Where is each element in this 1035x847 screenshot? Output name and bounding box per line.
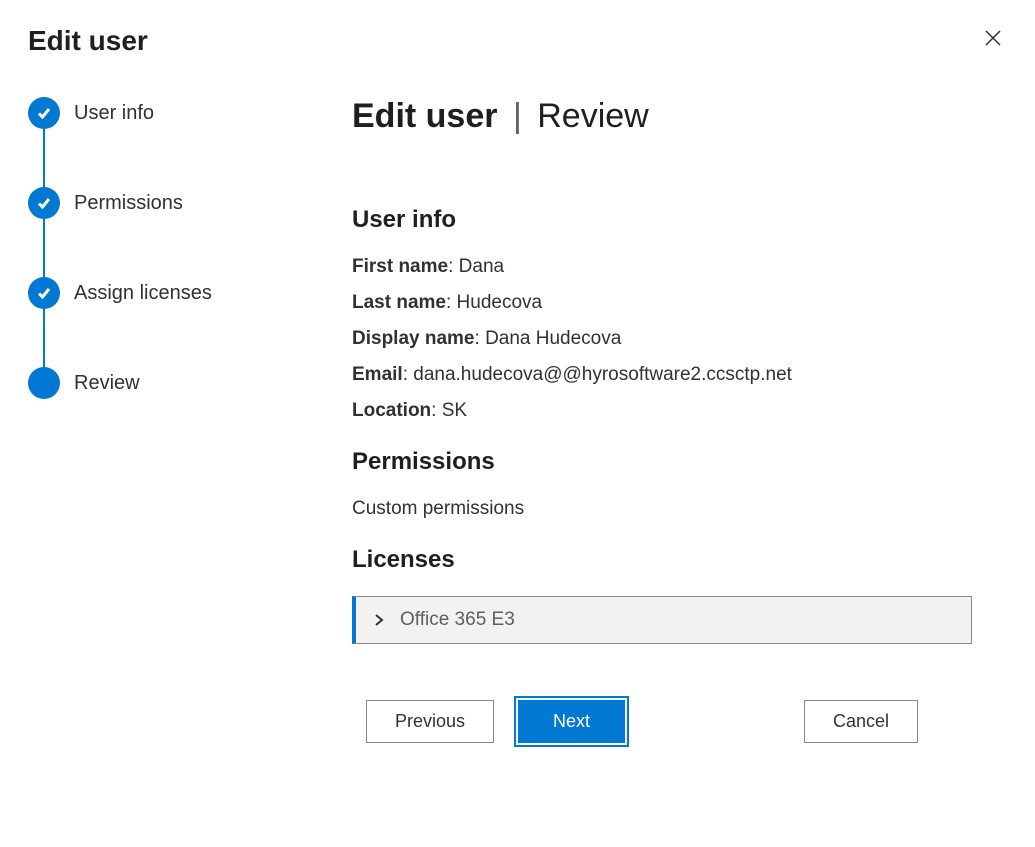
next-button[interactable]: Next xyxy=(518,700,625,743)
previous-button[interactable]: Previous xyxy=(366,700,494,743)
step-assign-licenses[interactable]: Assign licenses xyxy=(28,277,328,367)
step-label: Review xyxy=(74,372,140,395)
license-expander[interactable]: Office 365 E3 xyxy=(352,596,972,644)
page-heading-separator: | xyxy=(513,97,522,135)
step-connector xyxy=(43,127,45,189)
page-heading-sub: Review xyxy=(537,97,648,135)
checkmark-icon xyxy=(28,277,60,309)
field-label: Location xyxy=(352,400,431,421)
field-value: SK xyxy=(442,400,467,421)
dialog-content: User info Permissions Assign licenses Re… xyxy=(0,57,1035,743)
dialog-title: Edit user xyxy=(28,25,148,57)
permissions-text: Custom permissions xyxy=(352,498,1007,520)
field-label: Email xyxy=(352,364,403,385)
field-last-name: Last name: Hudecova xyxy=(352,292,1007,314)
field-value: Hudecova xyxy=(457,292,543,313)
checkmark-icon xyxy=(28,97,60,129)
checkmark-icon xyxy=(28,187,60,219)
field-value: dana.hudecova@@hyrosoftware2.ccsctp.net xyxy=(413,364,792,385)
footer-buttons: Previous Next Cancel xyxy=(366,700,986,743)
step-label: Assign licenses xyxy=(74,282,212,305)
field-label: Last name xyxy=(352,292,446,313)
field-display-name: Display name: Dana Hudecova xyxy=(352,328,1007,350)
step-label: User info xyxy=(74,102,154,125)
field-label: First name xyxy=(352,256,448,277)
field-first-name: First name: Dana xyxy=(352,256,1007,278)
step-label: Permissions xyxy=(74,192,183,215)
section-licenses-title: Licenses xyxy=(352,546,1007,574)
close-icon xyxy=(983,35,1003,52)
step-permissions[interactable]: Permissions xyxy=(28,187,328,277)
page-heading-main: Edit user xyxy=(352,97,497,135)
license-name: Office 365 E3 xyxy=(400,609,515,631)
page-heading: Edit user | Review xyxy=(352,97,1007,136)
current-step-icon xyxy=(28,367,60,399)
field-location: Location: SK xyxy=(352,400,1007,422)
dialog-header: Edit user xyxy=(0,0,1035,57)
section-user-info-title: User info xyxy=(352,206,1007,234)
section-permissions-title: Permissions xyxy=(352,448,1007,476)
field-value: Dana xyxy=(459,256,504,277)
step-connector xyxy=(43,217,45,279)
field-value: Dana Hudecova xyxy=(485,328,621,349)
chevron-right-icon xyxy=(372,613,386,627)
field-email: Email: dana.hudecova@@hyrosoftware2.ccsc… xyxy=(352,364,1007,386)
step-connector xyxy=(43,307,45,369)
step-review[interactable]: Review xyxy=(28,367,328,399)
wizard-footer: Previous Next Cancel xyxy=(352,700,1007,743)
step-user-info[interactable]: User info xyxy=(28,97,328,187)
wizard-stepper: User info Permissions Assign licenses Re… xyxy=(28,97,328,743)
field-label: Display name xyxy=(352,328,475,349)
main-panel: Edit user | Review User info First name:… xyxy=(328,97,1007,743)
close-button[interactable] xyxy=(979,24,1007,57)
cancel-button[interactable]: Cancel xyxy=(804,700,918,743)
